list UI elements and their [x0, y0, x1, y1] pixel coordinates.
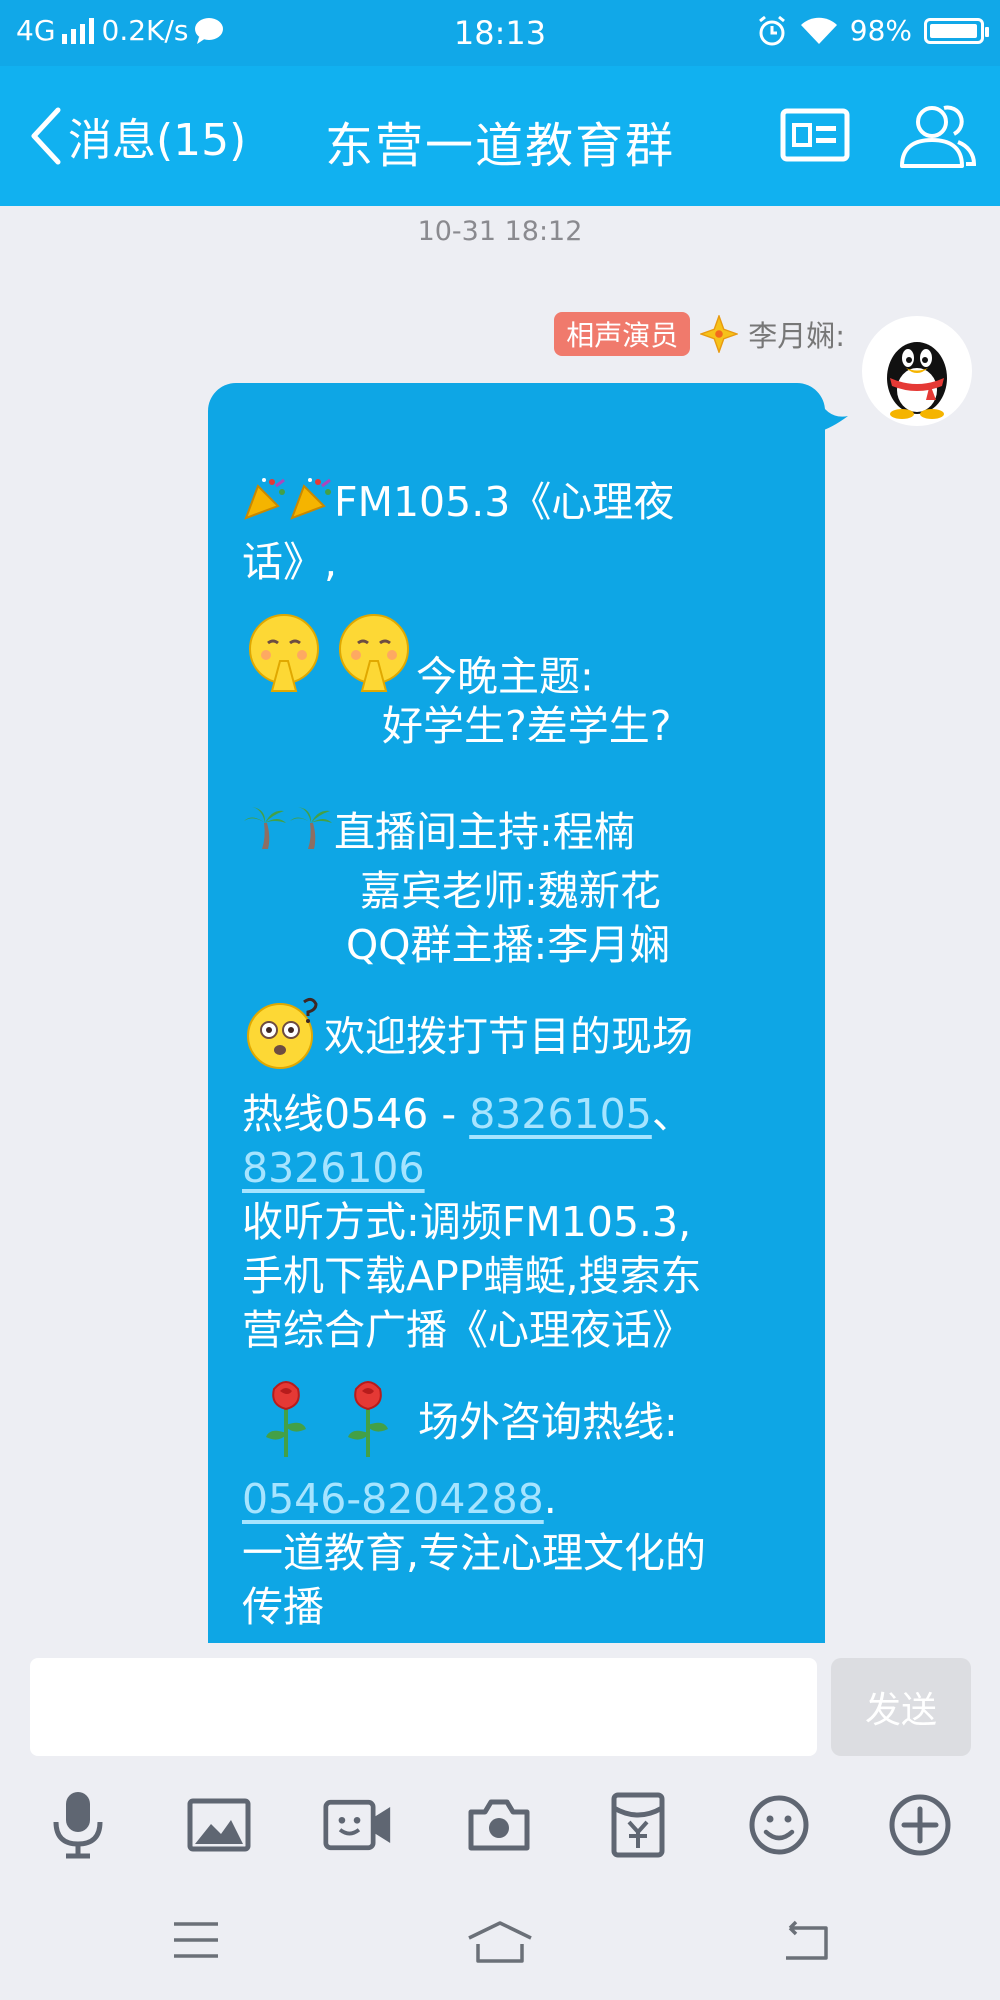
menu-icon	[174, 1922, 218, 1958]
message-line: 话》,	[242, 537, 338, 586]
chat-title: 东营一道教育群	[324, 118, 675, 174]
back-nav-button[interactable]	[780, 1920, 830, 1966]
battery-icon	[924, 17, 989, 44]
message-line: FM105.3《心理夜	[242, 475, 789, 535]
message-line: 今晚主题:	[242, 609, 789, 709]
message-text: 今晚主题:	[416, 652, 594, 700]
message-line: 8326106	[242, 1141, 789, 1195]
emoji-button[interactable]	[744, 1790, 814, 1860]
alarm-icon	[758, 15, 785, 45]
message-line: 直播间主持:程楠	[242, 805, 789, 865]
message-line: 手机下载APP蜻蜓,搜索东	[242, 1252, 702, 1300]
group-members-button[interactable]	[898, 102, 978, 174]
message-text: 场外咨询热线:	[418, 1397, 678, 1446]
message-line: 传播	[242, 1583, 324, 1631]
users-icon	[900, 105, 977, 168]
battery-fill	[930, 23, 978, 38]
microphone-icon	[53, 1792, 103, 1859]
message-text: 欢迎拨打节目的现场	[324, 1012, 693, 1061]
rose-emoji-icon	[338, 1377, 398, 1472]
message-bubble[interactable]: FM105.3《心理夜 话》, 今晚主题: 好学生?差学生? 直播间主持:程楠 …	[208, 383, 825, 1643]
message-line: 好学生?差学生?	[382, 701, 672, 750]
wifi-icon	[800, 17, 837, 44]
red-packet-button[interactable]	[603, 1790, 673, 1860]
palm-tree-emoji-icon	[288, 805, 334, 864]
party-popper-emoji-icon	[288, 476, 334, 535]
status-right: 98%	[756, 14, 989, 47]
message-line: 热线0546 - 8326105、	[242, 1087, 789, 1141]
sender-name[interactable]: 李月娴:	[748, 313, 845, 355]
message-line: 一道教育,专注心理文化的	[242, 1529, 707, 1577]
voice-button[interactable]	[43, 1790, 113, 1860]
home-icon	[468, 1921, 532, 1963]
more-button[interactable]	[885, 1790, 955, 1860]
message-text: FM105.3《心理夜	[334, 478, 675, 526]
sparkle-icon	[700, 315, 739, 353]
camera-icon	[468, 1799, 530, 1851]
message-text: 直播间主持:程楠	[334, 807, 635, 856]
message-timestamp: 10-31 18:12	[417, 216, 583, 247]
party-popper-emoji-icon	[242, 476, 288, 535]
message-line: 嘉宾老师:魏新花	[360, 867, 661, 915]
menu-button[interactable]	[172, 1920, 220, 1964]
phone-link[interactable]: 8326105	[469, 1090, 652, 1138]
message-text: 、	[651, 1090, 693, 1138]
home-button[interactable]	[466, 1920, 534, 1968]
group-info-button[interactable]	[780, 108, 850, 166]
confused-face-emoji-icon	[242, 992, 324, 1087]
palm-tree-emoji-icon	[242, 805, 288, 864]
emoji-icon	[749, 1795, 809, 1855]
message-input[interactable]	[30, 1658, 817, 1756]
message-line: 欢迎拨打节目的现场	[242, 992, 789, 1087]
phone-link[interactable]: 8326106	[242, 1144, 425, 1192]
card-icon	[780, 108, 850, 162]
camera-button[interactable]	[464, 1790, 534, 1860]
video-call-button[interactable]	[323, 1790, 393, 1860]
battery-percent: 98%	[849, 14, 912, 47]
status-bar: 4G 0.2K/s 18:13 98%	[0, 0, 1000, 66]
shush-face-emoji-icon	[332, 609, 416, 706]
send-button[interactable]: 发送	[831, 1658, 971, 1756]
message-line: 收听方式:调频FM105.3,	[242, 1198, 692, 1246]
rose-emoji-icon	[256, 1377, 316, 1472]
sender-title-badge: 相声演员	[554, 312, 691, 356]
input-toolbar	[0, 1790, 1000, 1870]
message-line: QQ群主播:李月娴	[346, 921, 671, 969]
message-text: .	[543, 1475, 557, 1523]
phone-link[interactable]: 0546-8204288	[242, 1475, 544, 1523]
image-button[interactable]	[184, 1790, 254, 1860]
return-icon	[786, 1920, 828, 1960]
video-icon	[323, 1799, 391, 1851]
penguin-avatar-icon	[887, 342, 947, 419]
system-nav-bar	[0, 1900, 1000, 2000]
sender-row: 相声演员 李月娴:	[554, 312, 845, 356]
message-line: 0546-8204288.	[242, 1472, 789, 1526]
message-text: 热线0546 -	[242, 1090, 470, 1138]
header: 消息(15) 东营一道教育群	[0, 66, 1000, 206]
image-icon	[187, 1798, 251, 1852]
red-packet-icon	[611, 1792, 665, 1858]
avatar[interactable]	[862, 316, 972, 426]
message-line: 场外咨询热线:	[242, 1377, 789, 1472]
shush-face-emoji-icon	[242, 609, 326, 706]
message-line: 营综合广播《心理夜话》	[242, 1306, 693, 1354]
plus-icon	[889, 1794, 951, 1856]
